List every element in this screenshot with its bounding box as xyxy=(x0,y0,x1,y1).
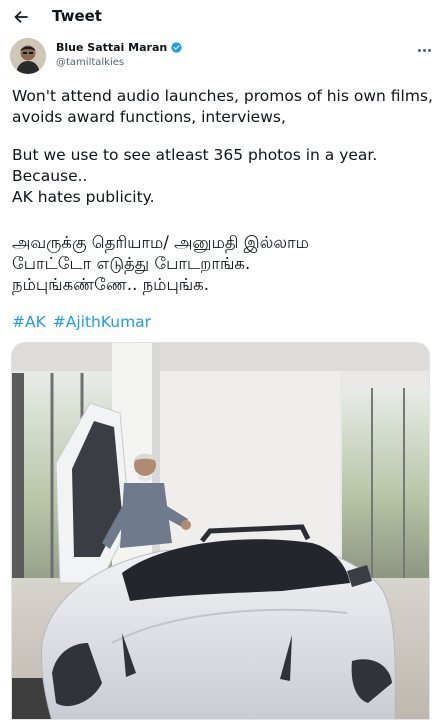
author-display-name[interactable]: Blue Sattai Maran xyxy=(56,41,167,54)
tweet-tamil-line: அவருக்கு தெரியாம/ அனுமதி இல்லாம xyxy=(12,233,309,252)
avatar[interactable] xyxy=(10,38,46,74)
tweet-line: Because.. xyxy=(12,167,88,185)
top-bar: Tweet xyxy=(0,0,444,34)
verified-badge-icon xyxy=(171,42,182,53)
tweet-line: AK hates publicity. xyxy=(12,188,155,206)
hashtag-ajithkumar[interactable]: #AjithKumar xyxy=(53,313,151,331)
tweet-text: Won't attend audio launches, promos of h… xyxy=(12,86,437,208)
page-title: Tweet xyxy=(52,7,102,25)
more-options-button[interactable] xyxy=(416,44,432,56)
more-dots-icon xyxy=(417,48,421,52)
author-handle[interactable]: @tamiltalkies xyxy=(56,57,124,68)
tweet-line: But we use to see atleast 365 photos in … xyxy=(12,146,378,164)
tweet-line: Won't attend audio launches, promos of h… xyxy=(12,87,433,105)
tweet-author: Blue Sattai Maran @tamiltalkies xyxy=(10,38,434,74)
tweet-tamil-text: அவருக்கு தெரியாம/ அனுமதி இல்லாம போட்டோ எ… xyxy=(12,232,437,295)
tweet-line: avoids award functions, interviews, xyxy=(12,108,286,126)
hashtags: #AK #AjithKumar xyxy=(12,313,151,331)
tweet-photo[interactable] xyxy=(11,342,430,720)
back-button[interactable] xyxy=(8,4,34,30)
tweet-tamil-line: நம்புங்கண்ணே.. நம்புங்க. xyxy=(12,275,209,294)
hashtag-ak[interactable]: #AK xyxy=(12,313,46,331)
arrow-left-icon xyxy=(14,11,28,23)
tweet-tamil-line: போட்டோ எடுத்து போடறாங்க. xyxy=(12,254,251,273)
